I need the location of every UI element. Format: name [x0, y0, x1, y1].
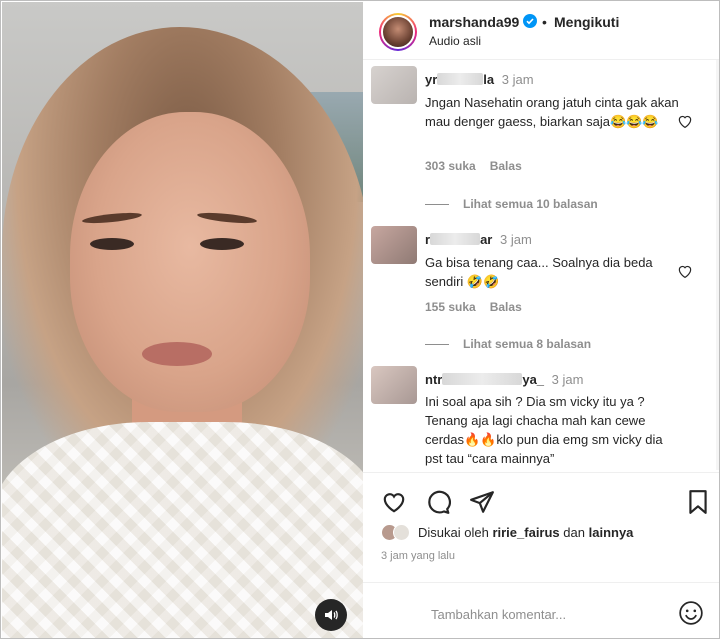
media-eye	[90, 238, 134, 250]
share-icon[interactable]	[469, 489, 495, 515]
liker-avatar	[393, 524, 410, 541]
reply-button[interactable]: Balas	[490, 300, 522, 314]
like-heart-icon[interactable]	[381, 489, 407, 515]
speaker-icon	[325, 610, 338, 620]
post-header: marshanda99 • Mengikuti Audio asli	[363, 2, 719, 60]
blurred-username	[437, 73, 484, 85]
blurred-username	[430, 233, 481, 245]
comment-avatar[interactable]	[371, 66, 417, 104]
comment-avatar[interactable]	[371, 366, 417, 404]
likes-conj: dan	[563, 525, 585, 540]
follow-status-button[interactable]: Mengikuti	[554, 14, 619, 30]
audio-toggle-button[interactable]	[315, 599, 347, 631]
comment-meta: 303 suka Balas	[425, 159, 536, 173]
comment-time: 3 jam	[501, 72, 534, 87]
comment-time: 3 jam	[499, 232, 532, 247]
author-avatar[interactable]	[379, 13, 417, 51]
verified-icon	[523, 14, 537, 28]
comment-text: Ini soal apa sih ? Dia sm vicky itu ya ?…	[425, 394, 663, 466]
post-details-panel: marshanda99 • Mengikuti Audio asli yr la …	[363, 2, 719, 638]
author-username[interactable]: marshanda99	[429, 14, 519, 30]
comment-meta: 155 suka Balas	[425, 300, 536, 314]
comments-list[interactable]: yr la 3 jam Jngan Nasehatin orang jatuh c…	[363, 60, 719, 470]
comment-time: 3 jam	[551, 372, 584, 387]
post-timestamp[interactable]: 3 jam yang lalu	[381, 550, 455, 562]
header-separator: •	[542, 14, 547, 30]
heart-icon[interactable]	[676, 262, 694, 280]
media-lips	[142, 342, 212, 366]
reply-button[interactable]: Balas	[490, 159, 522, 173]
likes-others[interactable]: lainnya	[589, 525, 634, 540]
likes-prefix: Disukai oleh	[418, 525, 489, 540]
comment-like-count[interactable]: 303 suka	[425, 159, 476, 173]
add-comment-input[interactable]: Tambahkan komentar...	[431, 607, 566, 622]
media-eye	[200, 238, 244, 250]
bookmark-icon[interactable]	[685, 489, 711, 515]
comment-avatar[interactable]	[371, 226, 417, 264]
comment-username[interactable]: yr la 3 jam	[425, 72, 534, 87]
media-face	[70, 112, 310, 412]
comment-like-count[interactable]: 155 suka	[425, 300, 476, 314]
comment-text: Ga bisa tenang caa... Soalnya dia beda s…	[425, 255, 653, 289]
blurred-username	[442, 373, 523, 385]
view-replies-button[interactable]: Lihat semua 10 balasan	[425, 197, 598, 211]
media-outfit	[2, 422, 363, 638]
emoji-icon[interactable]	[678, 600, 704, 626]
post-media[interactable]	[2, 2, 363, 638]
audio-label[interactable]: Audio asli	[429, 34, 481, 48]
comment-icon[interactable]	[425, 489, 451, 515]
likes-summary[interactable]: Disukai oleh ririe_fairus dan lainnya	[381, 524, 633, 541]
comments-scrollbar[interactable]	[716, 60, 719, 470]
comment-username[interactable]: ntr ya_ 3 jam	[425, 372, 583, 387]
add-comment-bar: Tambahkan komentar...	[363, 582, 719, 638]
heart-icon[interactable]	[676, 112, 694, 130]
comment-text: Jngan Nasehatin orang jatuh cinta gak ak…	[425, 95, 679, 129]
comment-username[interactable]: r ar 3 jam	[425, 232, 532, 247]
liker-username[interactable]: ririe_fairus	[492, 525, 559, 540]
instagram-post-window: marshanda99 • Mengikuti Audio asli yr la …	[0, 0, 720, 639]
view-replies-button[interactable]: Lihat semua 8 balasan	[425, 337, 591, 351]
